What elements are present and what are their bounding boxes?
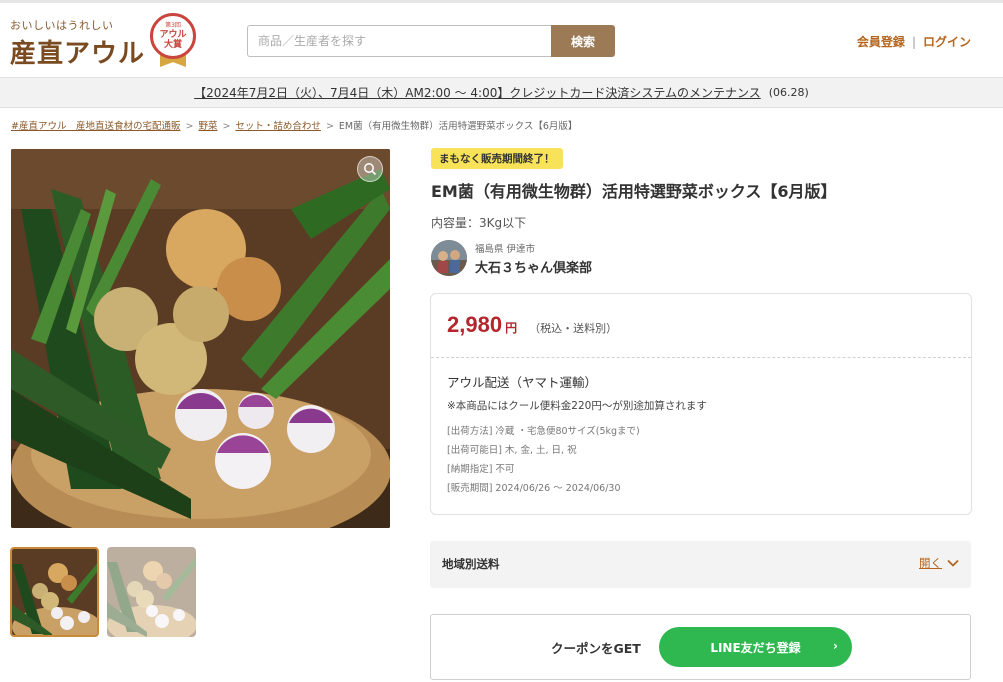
thumbnail-image — [12, 549, 97, 635]
award-edition: 第3回 — [165, 22, 181, 29]
site-logo[interactable]: おいしいはうれしい 産直アウル — [10, 17, 150, 69]
shipping-detail-period: [販売期間] 2024/06/26 ～ 2024/06/30 — [447, 483, 621, 494]
breadcrumb-item-vegetables[interactable]: 野菜 — [198, 121, 217, 132]
product-title: EM菌（有用微生物群）活用特選野菜ボックス【6月版】 — [431, 182, 837, 201]
region-fee-toggle[interactable]: 開く — [919, 555, 959, 571]
producer-avatar-image — [431, 240, 467, 276]
chevron-down-icon — [947, 559, 959, 567]
register-link[interactable]: 会員登録 — [857, 33, 905, 50]
search-input[interactable] — [247, 25, 551, 57]
breadcrumb-separator: > — [185, 121, 194, 132]
notice-date: (06.28) — [768, 86, 809, 99]
ending-soon-badge: まもなく販売期間終了！ — [431, 148, 563, 169]
award-emblem: 第3回 アウル 大賞 — [150, 13, 198, 67]
award-badge: 第3回 アウル 大賞 — [150, 13, 196, 59]
breadcrumb-item-home[interactable]: #産直アウル 産地直送食材の宅配通販 — [11, 121, 180, 132]
breadcrumb-item-current: EM菌（有用微生物群）活用特選野菜ボックス【6月版】 — [338, 121, 578, 132]
shipping-detail-days: [出荷可能日] 木, 金, 土, 日, 祝 — [447, 445, 577, 456]
notice-bar: 【2024年7月2日（火）、7月4日（木）AM2:00 ～ 4:00】クレジット… — [0, 77, 1003, 108]
breadcrumb: #産直アウル 産地直送食材の宅配通販 > 野菜 > セット・詰め合わせ > EM菌（有用微生… — [11, 118, 577, 132]
zoom-icon — [364, 163, 377, 176]
breadcrumb-item-sets[interactable]: セット・詰め合わせ — [235, 121, 321, 132]
producer-location: 福島県 伊達市 — [475, 244, 536, 255]
price-tax-note: （税込・送料別） — [529, 322, 618, 335]
coupon-label: クーポンをGET — [551, 641, 641, 656]
vegetable-basket-illustration — [11, 149, 390, 528]
line-friend-button[interactable]: LINE友だち登録 › — [659, 627, 852, 667]
thumbnail-image — [107, 547, 196, 637]
search-bar: 検索 — [247, 25, 615, 57]
shipping-method: アウル配送（ヤマト運輸） — [447, 375, 598, 390]
logo-text: 産直アウル — [10, 39, 146, 69]
price-unit: 円 — [505, 321, 518, 335]
search-button[interactable]: 検索 — [551, 25, 615, 57]
coupon-box: クーポンをGET LINE友だち登録 › — [430, 614, 971, 680]
product-main-image[interactable] — [11, 149, 390, 528]
region-fee-open-label: 開く — [919, 556, 942, 570]
breadcrumb-separator: > — [222, 121, 231, 132]
price-row: 2,980 円 （税込・送料別） — [447, 312, 617, 338]
zoom-button[interactable] — [357, 156, 383, 182]
shipping-detail-method: [出荷方法] 冷蔵 ・宅急便80サイズ(5kgまで) — [447, 426, 640, 437]
site-header: おいしいはうれしい 産直アウル 第3回 アウル 大賞 検索 会員登録 | ログイ… — [0, 3, 1003, 77]
line-friend-label: LINE友だち登録 — [710, 640, 801, 655]
arrow-right-icon: › — [833, 639, 838, 653]
price-value: 2,980 — [447, 312, 503, 337]
region-shipping-fee[interactable]: 地域別送料 開く — [430, 541, 971, 588]
product-thumbnail-1[interactable] — [10, 547, 99, 637]
auth-links: 会員登録 | ログイン — [857, 33, 971, 50]
region-fee-label: 地域別送料 — [442, 557, 500, 571]
login-link[interactable]: ログイン — [923, 33, 971, 50]
producer-avatar[interactable] — [431, 240, 467, 276]
producer-name[interactable]: 大石３ちゃん倶楽部 — [475, 257, 592, 276]
price-box: 2,980 円 （税込・送料別） アウル配送（ヤマト運輸） ※本商品にはクール便… — [430, 293, 972, 515]
breadcrumb-separator: > — [325, 121, 334, 132]
award-title-1: アウル — [159, 30, 187, 40]
shipping-detail-delivery: [納期指定] 不可 — [447, 464, 515, 475]
shipping-cool-note: ※本商品にはクール便料金220円〜が別途加算されます — [447, 400, 707, 412]
product-capacity: 内容量：3Kg以下 — [431, 216, 527, 230]
logo-tagline: おいしいはうれしい — [10, 19, 114, 32]
product-thumbnail-2[interactable] — [107, 547, 196, 637]
auth-separator: | — [911, 34, 916, 49]
award-title-2: 大賞 — [163, 40, 182, 50]
price-divider — [431, 357, 971, 358]
notice-link[interactable]: 【2024年7月2日（火）、7月4日（木）AM2:00 ～ 4:00】クレジット… — [194, 84, 761, 101]
